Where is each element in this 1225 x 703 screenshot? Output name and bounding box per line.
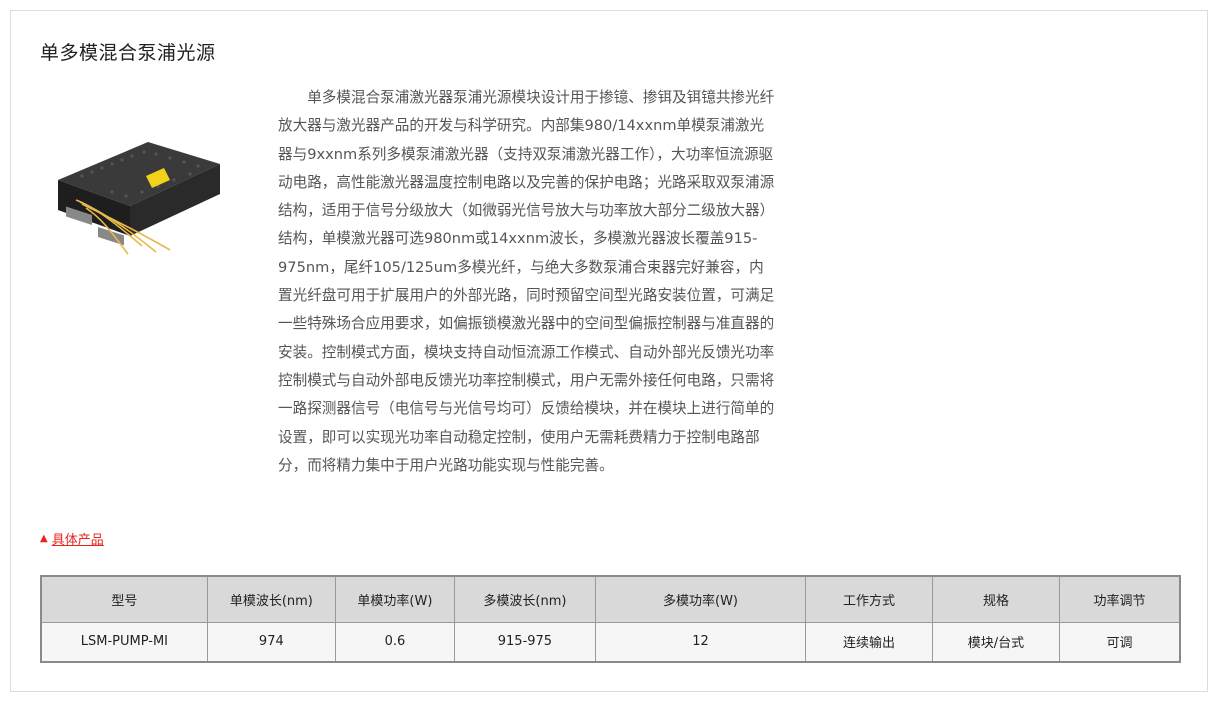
table-cell: 可调: [1058, 621, 1181, 663]
column-header: 功率调节: [1058, 575, 1181, 623]
table-header-row: 型号 单模波长(nm) 单模功率(W) 多模波长(nm) 多模功率(W) 工作方…: [40, 575, 1181, 623]
table-cell: 974: [206, 621, 336, 663]
column-header: 单模波长(nm): [206, 575, 336, 623]
column-header: 多模波长(nm): [453, 575, 596, 623]
specific-products-label[interactable]: 具体产品: [52, 529, 104, 548]
column-header: 多模功率(W): [594, 575, 807, 623]
laser-module-image: [58, 142, 220, 255]
page-title: 单多模混合泵浦光源: [40, 42, 216, 64]
table-cell: 12: [594, 621, 807, 663]
table-row: LSM-PUMP-MI 974 0.6 915-975 12 连续输出 模块/台…: [40, 621, 1181, 663]
table-cell: 0.6: [334, 621, 455, 663]
column-header: 单模功率(W): [334, 575, 455, 623]
specific-products-link[interactable]: ▲ 具体产品: [40, 529, 104, 548]
column-header: 规格: [932, 575, 1060, 623]
column-header: 工作方式: [805, 575, 934, 623]
column-header: 型号: [40, 575, 208, 623]
table-cell: 模块/台式: [932, 621, 1060, 663]
table-cell: 连续输出: [805, 621, 934, 663]
table-cell: LSM-PUMP-MI: [40, 621, 208, 663]
triangle-up-icon: ▲: [40, 532, 48, 544]
product-spec-table: 型号 单模波长(nm) 单模功率(W) 多模波长(nm) 多模功率(W) 工作方…: [40, 575, 1181, 663]
table-cell: 915-975: [453, 621, 596, 663]
product-description: 单多模混合泵浦激光器泵浦光源模块设计用于掺镱、掺铒及铒镱共掺光纤放大器与激光器产…: [278, 89, 775, 474]
